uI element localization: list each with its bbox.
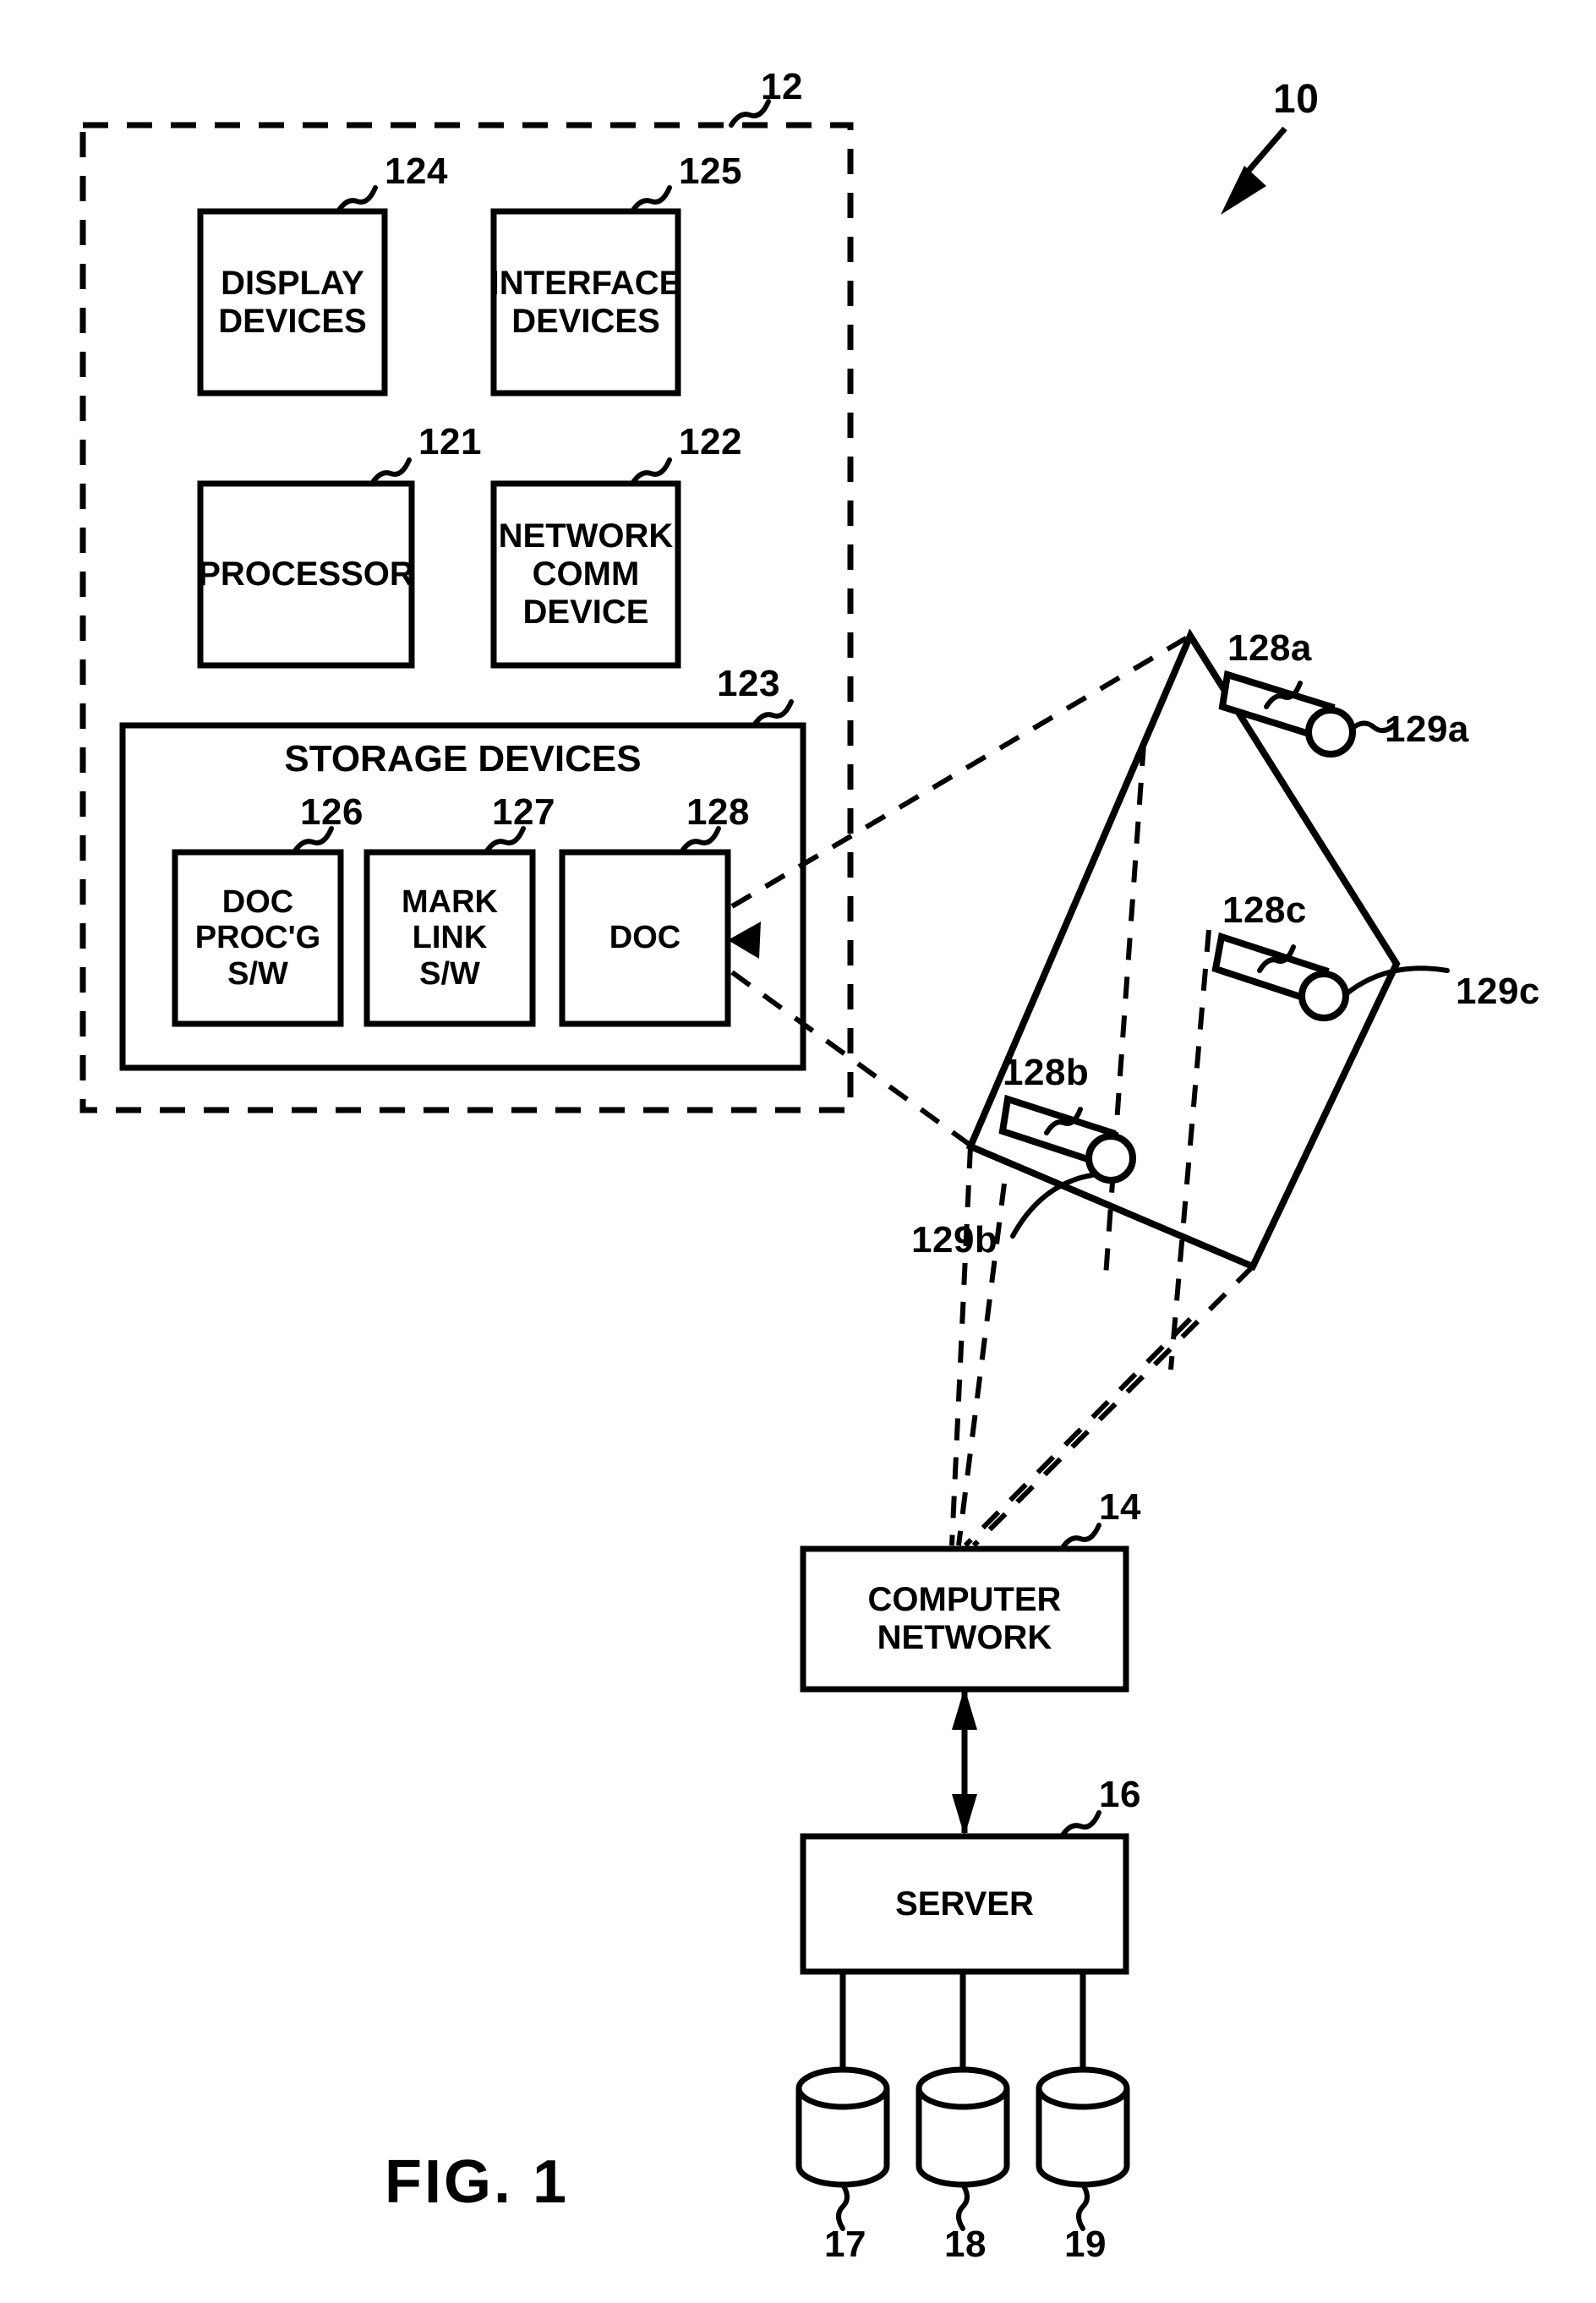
ref-16: 16 — [1099, 1774, 1141, 1815]
ref-123: 123 — [717, 663, 780, 704]
ref-127: 127 — [492, 791, 555, 833]
mark-link-sw-label: MARK LINK S/W — [402, 883, 498, 992]
ref-128c: 128c — [1222, 889, 1307, 931]
ref-124: 124 — [385, 150, 448, 192]
ref-19: 19 — [1064, 2224, 1107, 2265]
doc-label: DOC — [609, 920, 681, 956]
database-18 — [916, 1972, 1010, 2231]
processor-label: PROCESSOR — [198, 555, 414, 594]
ref-18: 18 — [944, 2224, 987, 2265]
ref-128: 128 — [686, 791, 750, 833]
ref-128b: 128b — [1003, 1052, 1090, 1093]
network-comm-device-label: NETWORK COMM DEVICE — [498, 517, 674, 631]
leader-121 — [369, 457, 412, 486]
ref-126: 126 — [300, 791, 363, 833]
leader-122 — [630, 457, 672, 486]
ref-10: 10 — [1273, 77, 1320, 122]
display-devices-label: DISPLAY DEVICES — [218, 264, 367, 340]
leader-16 — [1059, 1810, 1101, 1839]
leader-124 — [336, 185, 378, 214]
leader-123 — [752, 699, 794, 728]
link-129a-circle — [1305, 707, 1356, 758]
link-129c-circle — [1298, 971, 1349, 1021]
ref-122: 122 — [679, 421, 742, 462]
database-17 — [795, 1972, 890, 2231]
leader-125 — [630, 185, 672, 214]
ref-129b: 129b — [911, 1219, 998, 1261]
ref-128a: 128a — [1227, 627, 1312, 669]
database-19 — [1036, 1972, 1130, 2231]
ref-14: 14 — [1099, 1486, 1141, 1528]
storage-devices-label: STORAGE DEVICES — [284, 738, 642, 780]
ref-121: 121 — [418, 421, 482, 462]
ref-12: 12 — [761, 66, 803, 107]
doc-processing-sw-label: DOC PROC'G S/W — [194, 883, 321, 992]
server-label: SERVER — [895, 1885, 1034, 1923]
ref-129a: 129a — [1385, 708, 1469, 750]
link-129b-circle — [1085, 1133, 1136, 1184]
ref-129c: 129c — [1456, 971, 1540, 1012]
system-arrow-10 — [1221, 126, 1287, 215]
interface-devices-label: INTERFACE DEVICES — [489, 264, 682, 340]
computer-network-label: COMPUTER NETWORK — [867, 1581, 1062, 1656]
leader-14 — [1059, 1523, 1101, 1551]
figure-title: FIG. 1 — [385, 2148, 570, 2216]
network-server-connector — [952, 1688, 977, 1836]
ref-125: 125 — [679, 150, 742, 192]
ref-17: 17 — [824, 2224, 866, 2265]
